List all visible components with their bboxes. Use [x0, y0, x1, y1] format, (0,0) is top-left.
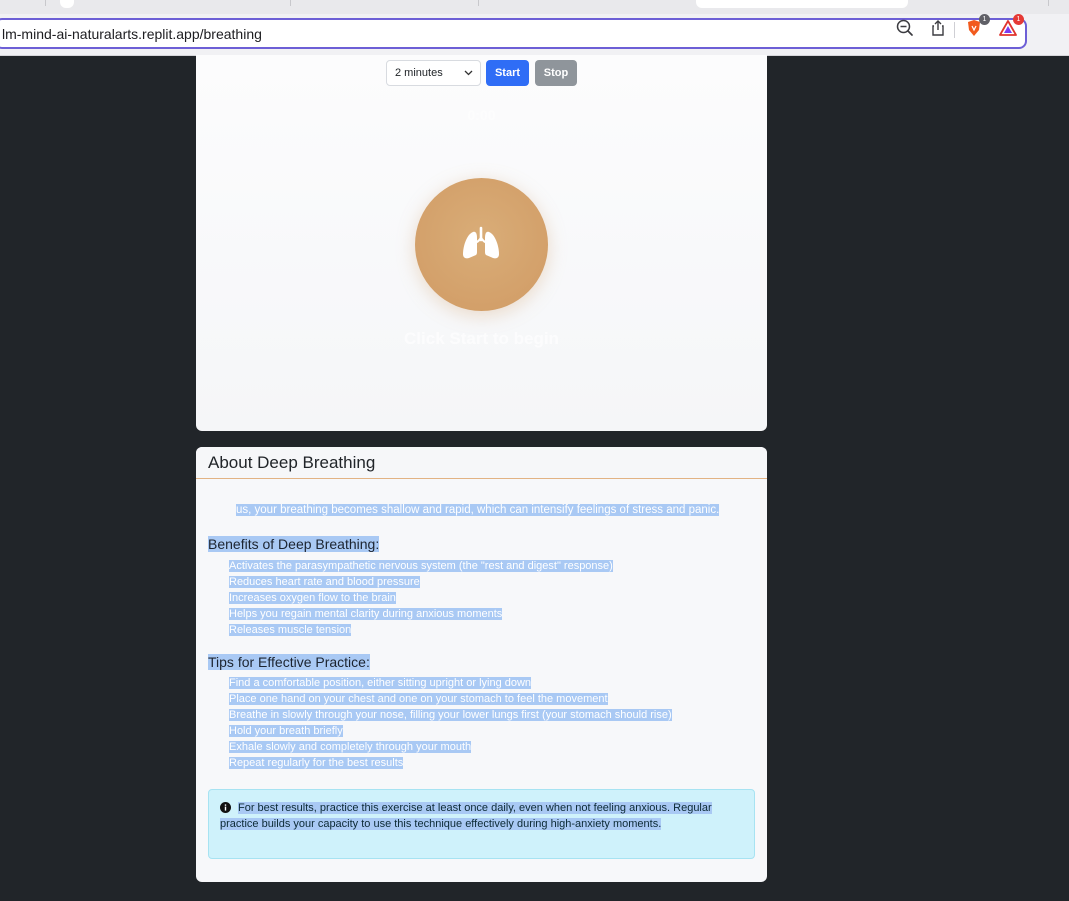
benefits-heading-text: Benefits of Deep Breathing:	[208, 536, 380, 552]
start-button[interactable]: Start	[486, 60, 529, 86]
tips-heading-text: Tips for Effective Practice:	[208, 654, 370, 670]
about-card: About Deep Breathing us, your breathing …	[196, 447, 767, 882]
list-item: Reduces heart rate and blood pressure	[229, 576, 420, 588]
about-title: About Deep Breathing	[208, 453, 376, 472]
info-alert-text: For best results, practice this exercise…	[220, 800, 740, 832]
list-item: Place one hand on your chest and one on …	[229, 693, 608, 705]
zoom-out-icon[interactable]	[895, 18, 915, 38]
list-item: Repeat regularly for the best results	[229, 757, 404, 769]
duration-select-value: 2 minutes	[395, 67, 443, 79]
browser-toolbar: lm-mind-ai-naturalarts.replit.app/breath…	[0, 14, 1069, 56]
list-item: Increases oxygen flow to the brain	[229, 592, 396, 604]
benefits-heading: Benefits of Deep Breathing:	[208, 536, 380, 552]
tab-separator	[45, 0, 46, 6]
stop-button[interactable]: Stop	[535, 60, 577, 86]
info-alert: For best results, practice this exercise…	[208, 789, 755, 859]
tips-heading: Tips for Effective Practice:	[208, 654, 370, 670]
active-tab[interactable]	[696, 0, 908, 8]
list-item: Helps you regain mental clarity during a…	[229, 608, 503, 620]
intro-text: us, your breathing becomes shallow and r…	[236, 504, 720, 516]
breathing-instruction: Click Start to begin	[404, 329, 559, 348]
list-item: Find a comfortable position, either sitt…	[229, 677, 532, 689]
brave-shield-icon[interactable]: 1	[964, 14, 990, 38]
brave-rewards-icon[interactable]: 1	[998, 14, 1024, 38]
list-item: Exhale slowly and completely through you…	[229, 741, 472, 753]
list-item: Releases muscle tension	[229, 624, 352, 636]
benefits-list: Activates the parasympathetic nervous sy…	[229, 558, 613, 638]
timer-display: 0:00	[467, 107, 496, 123]
tab-separator	[290, 0, 291, 6]
tab-separator	[478, 0, 479, 6]
share-icon[interactable]	[928, 18, 948, 38]
toolbar-divider	[954, 22, 955, 38]
list-item: Hold your breath briefly	[229, 725, 343, 737]
list-item: Activates the parasympathetic nervous sy…	[229, 560, 613, 572]
tips-list: Find a comfortable position, either sitt…	[229, 675, 672, 771]
breathing-circle	[415, 178, 548, 311]
address-bar[interactable]: lm-mind-ai-naturalarts.replit.app/breath…	[0, 18, 1027, 49]
url-text[interactable]: lm-mind-ai-naturalarts.replit.app/breath…	[2, 26, 262, 42]
about-card-header: About Deep Breathing	[196, 447, 767, 479]
tab-separator	[1048, 0, 1049, 6]
lungs-icon	[463, 226, 499, 259]
list-item: Breathe in slowly through your nose, fil…	[229, 709, 672, 721]
shield-badge: 1	[979, 14, 990, 25]
duration-select[interactable]: 2 minutes	[386, 60, 481, 86]
browser-tab-strip	[0, 0, 1069, 14]
tab-favicon[interactable]	[60, 0, 74, 8]
breathing-exercise-card: 2 minutes Start Stop 0:00 Click Start to…	[196, 55, 767, 431]
intro-paragraph: us, your breathing becomes shallow and r…	[236, 504, 720, 516]
chevron-down-icon	[464, 70, 473, 76]
rewards-badge: 1	[1013, 14, 1024, 25]
info-note: For best results, practice this exercise…	[220, 802, 712, 830]
